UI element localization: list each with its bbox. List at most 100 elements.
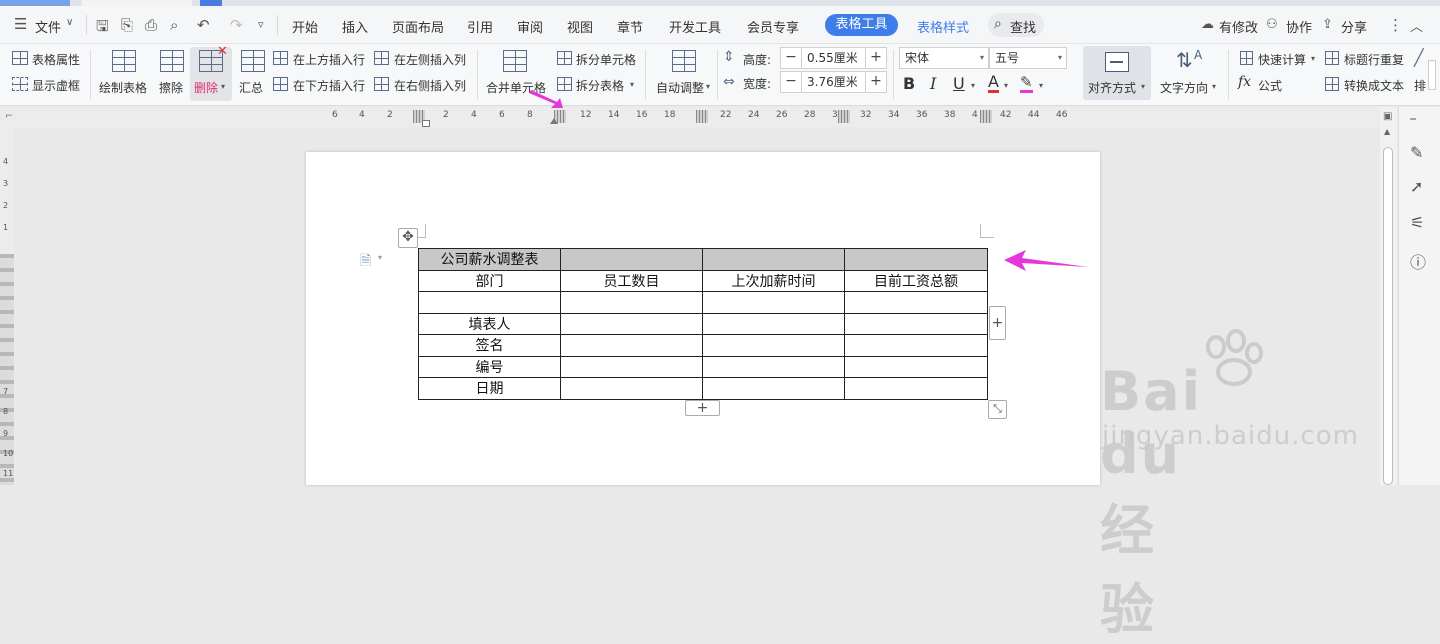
undo-icon[interactable]: ↶ — [197, 16, 210, 34]
tab-chapter[interactable]: 章节 — [617, 17, 643, 36]
ribbon-scroll[interactable] — [1428, 60, 1436, 90]
table-row[interactable]: 填表人 — [418, 312, 988, 335]
more-options-icon[interactable]: ⋮ — [1388, 16, 1403, 34]
redo-icon[interactable]: ↷ — [230, 16, 243, 34]
search-box[interactable]: ⌕ 查找 — [988, 13, 1044, 37]
table-cell[interactable] — [560, 377, 703, 400]
table-cell[interactable] — [702, 334, 845, 357]
share-button[interactable]: 分享 — [1341, 17, 1367, 36]
table-cell[interactable] — [844, 291, 988, 314]
paragraph-doc-icon[interactable]: 🗎 — [360, 250, 371, 274]
width-input[interactable]: 3.76厘米 — [801, 71, 866, 93]
erase-button[interactable]: 擦除 — [159, 79, 183, 96]
add-column-button[interactable]: + — [989, 306, 1006, 340]
convert-text-button[interactable]: 转换成文本 — [1344, 77, 1404, 94]
save-icon[interactable]: 🖫 — [96, 16, 109, 41]
tab-review[interactable]: 审阅 — [517, 17, 543, 36]
help-icon[interactable]: ⓘ — [1410, 249, 1426, 273]
table-row[interactable] — [418, 291, 988, 314]
height-increase-button[interactable]: + — [865, 47, 887, 69]
collapse-ribbon-icon[interactable]: ︿ — [1410, 16, 1423, 35]
vertical-ruler[interactable]: 4 3 2 1 7 8 9 10 11 — [0, 127, 14, 485]
table-cell[interactable] — [560, 291, 703, 314]
tab-insert[interactable]: 插入 — [342, 17, 368, 36]
table-cell[interactable] — [560, 334, 703, 357]
dropdown-arrow-icon[interactable]: ▾ — [378, 253, 382, 262]
dropdown-arrow-icon[interactable]: ▾ — [1311, 54, 1315, 63]
ruler-column-marker[interactable] — [980, 110, 992, 123]
indent-marker[interactable] — [550, 118, 558, 124]
table-row[interactable]: 日期 — [418, 377, 988, 400]
tab-table-style[interactable]: 表格样式 — [917, 17, 969, 36]
tab-references[interactable]: 引用 — [467, 17, 493, 36]
table-cell[interactable] — [844, 334, 988, 357]
tab-developer[interactable]: 开发工具 — [669, 17, 721, 36]
table-cell[interactable] — [702, 355, 845, 378]
dropdown-arrow-icon[interactable]: ▾ — [706, 82, 710, 91]
insert-col-right-button[interactable]: 在右侧插入列 — [394, 77, 466, 94]
table-title-cell[interactable]: 公司薪水调整表 — [418, 248, 561, 271]
repeat-header-button[interactable]: 标题行重复 — [1344, 51, 1404, 68]
dropdown-arrow-icon[interactable]: ▾ — [1212, 82, 1216, 91]
height-input[interactable]: 0.55厘米 — [801, 47, 866, 69]
italic-button[interactable]: I — [930, 74, 936, 93]
salary-adjustment-table[interactable]: 公司薪水调整表 部门 员工数目 上次加薪时间 目前工资总额 填表人 签名 编号 … — [418, 248, 988, 400]
split-cells-button[interactable]: 拆分单元格 — [576, 51, 636, 68]
table-cell[interactable] — [560, 248, 703, 271]
row-label-cell[interactable]: 填表人 — [418, 312, 561, 335]
hamburger-icon[interactable]: ☰ — [14, 15, 27, 33]
split-table-button[interactable]: 拆分表格 — [576, 77, 624, 94]
resize-table-icon[interactable]: ⤡ — [988, 400, 1007, 419]
text-direction-button[interactable]: 文字方向 — [1160, 79, 1208, 96]
ruler-column-marker[interactable] — [838, 110, 850, 123]
insert-row-below-button[interactable]: 在下方插入行 — [293, 77, 365, 94]
row-label-cell[interactable]: 日期 — [418, 377, 561, 400]
underline-button[interactable]: U — [953, 74, 965, 93]
table-cell[interactable] — [844, 377, 988, 400]
table-cell[interactable] — [702, 248, 845, 271]
draw-table-button[interactable]: 绘制表格 — [99, 79, 147, 96]
dropdown-arrow-icon[interactable]: ▾ — [971, 81, 975, 90]
font-color-button[interactable]: A — [988, 74, 999, 93]
summary-button[interactable]: 汇总 — [239, 79, 263, 96]
table-move-handle[interactable]: ✥ — [398, 228, 418, 248]
table-cell[interactable] — [702, 291, 845, 314]
export-icon[interactable]: ⎘ — [121, 16, 133, 34]
table-cell[interactable] — [560, 312, 703, 335]
indent-marker[interactable] — [422, 120, 430, 127]
row-label-cell[interactable]: 签名 — [418, 334, 561, 357]
horizontal-ruler[interactable]: ⌐ 6 4 2 2 4 6 8 12 14 16 18 22 24 26 28 … — [0, 107, 1380, 127]
show-grid-button[interactable]: 显示虚框 — [32, 77, 80, 94]
tab-page-layout[interactable]: 页面布局 — [392, 17, 444, 36]
print-icon[interactable]: ⎙ — [145, 16, 157, 34]
insert-col-left-button[interactable]: 在左侧插入列 — [394, 51, 466, 68]
dropdown-arrow-icon[interactable]: ▾ — [1004, 81, 1008, 90]
more-tools-button[interactable]: 排 — [1414, 77, 1426, 94]
more-tools-icon[interactable]: ╱ — [1414, 48, 1424, 67]
insert-row-above-button[interactable]: 在上方插入行 — [293, 51, 365, 68]
scroll-up-icon[interactable]: ▲ — [1384, 127, 1390, 136]
tab-start[interactable]: 开始 — [292, 17, 318, 36]
table-cell[interactable] — [844, 312, 988, 335]
modified-status[interactable]: 有修改 — [1219, 17, 1258, 36]
tab-member[interactable]: 会员专享 — [747, 17, 799, 36]
header-cell[interactable]: 部门 — [418, 269, 561, 292]
vertical-scrollbar[interactable]: ▣ ▲ — [1380, 107, 1397, 485]
tab-table-tools[interactable]: 表格工具 — [825, 14, 898, 36]
add-row-button[interactable]: + — [685, 400, 720, 416]
row-label-cell[interactable] — [418, 291, 561, 314]
header-cell[interactable]: 上次加薪时间 — [702, 269, 845, 292]
auto-adjust-button[interactable]: 自动调整 — [656, 79, 704, 96]
table-header-row[interactable]: 部门 员工数目 上次加薪时间 目前工资总额 — [418, 269, 988, 292]
table-cell[interactable] — [844, 355, 988, 378]
table-title-row[interactable]: 公司薪水调整表 — [418, 248, 988, 271]
file-menu[interactable]: 文件 — [35, 17, 61, 36]
highlight-icon[interactable]: ✎ — [1020, 75, 1033, 93]
header-cell[interactable]: 目前工资总额 — [844, 269, 988, 292]
formula-button[interactable]: 公式 — [1258, 77, 1282, 94]
width-increase-button[interactable]: + — [865, 71, 887, 93]
table-cell[interactable] — [560, 355, 703, 378]
settings-sliders-icon[interactable]: ⚟ — [1410, 213, 1424, 232]
quick-access-dropdown-icon[interactable]: ▿ — [258, 18, 264, 31]
select-pointer-icon[interactable]: ➚ — [1410, 177, 1423, 196]
